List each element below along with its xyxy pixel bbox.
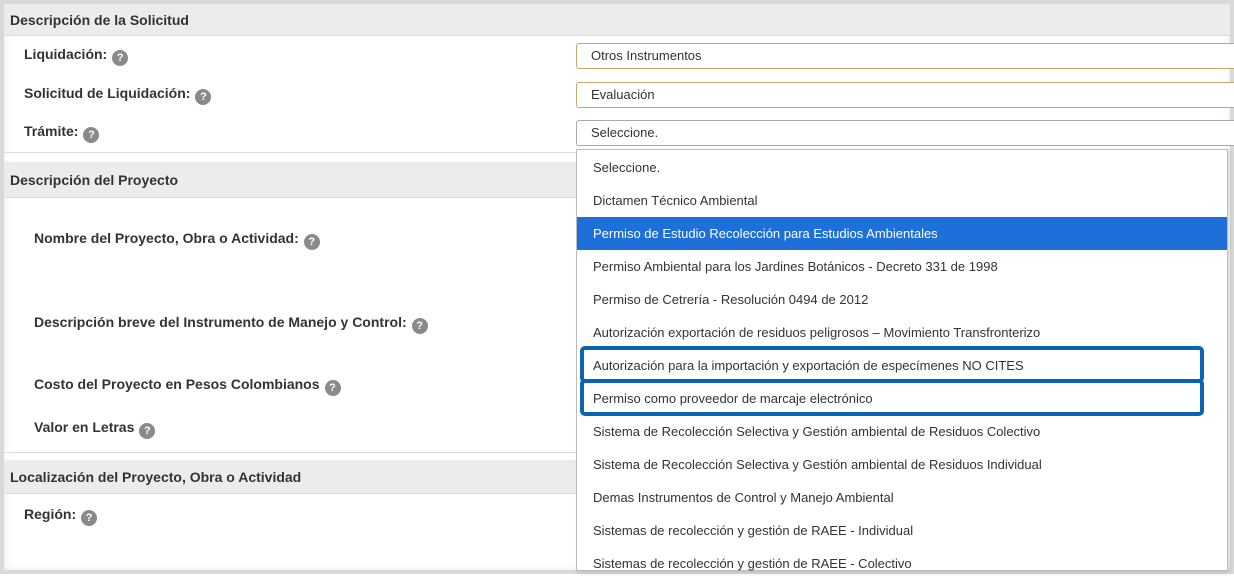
label-descripcion-breve: Descripción breve del Instrumento de Man… (34, 314, 428, 334)
divider (4, 152, 576, 153)
label-text: Nombre del Proyecto, Obra o Actividad: (34, 230, 299, 246)
section-header-solicitud: Descripción de la Solicitud (4, 4, 1230, 36)
tramite-select[interactable]: Seleccione. (576, 120, 1234, 146)
label-text: Costo del Proyecto en Pesos Colombianos (34, 376, 320, 392)
label-valor-letras: Valor en Letras? (34, 419, 156, 439)
label-text: Valor en Letras (34, 419, 135, 435)
label-region: Región:? (24, 506, 98, 526)
help-icon[interactable]: ? (411, 318, 428, 334)
dropdown-option[interactable]: Autorización exportación de residuos pel… (577, 316, 1227, 349)
help-icon[interactable]: ? (195, 89, 212, 105)
label-text: Trámite: (24, 123, 79, 139)
dropdown-option[interactable]: Seleccione. (577, 151, 1227, 184)
label-text: Liquidación: (24, 46, 108, 62)
label-liquidacion: Liquidación:? (24, 46, 129, 66)
label-text: Descripción breve del Instrumento de Man… (34, 314, 407, 330)
form-page: Descripción de la Solicitud Liquidación:… (0, 0, 1234, 574)
dropdown-option[interactable]: Sistemas de recolección y gestión de RAE… (577, 547, 1227, 580)
help-icon[interactable]: ? (303, 234, 320, 250)
dropdown-option[interactable]: Permiso como proveedor de marcaje electr… (577, 382, 1227, 415)
dropdown-option[interactable]: Autorización para la importación y expor… (577, 349, 1227, 382)
solicitud-liquidacion-select[interactable]: Evaluación (576, 82, 1234, 108)
help-icon[interactable]: ? (139, 423, 156, 439)
dropdown-option[interactable]: Sistema de Recolección Selectiva y Gesti… (577, 415, 1227, 448)
label-solicitud-liquidacion: Solicitud de Liquidación:? (24, 85, 212, 105)
label-tramite: Trámite:? (24, 123, 100, 143)
section-header-proyecto: Descripción del Proyecto (4, 162, 576, 198)
help-icon[interactable]: ? (324, 380, 341, 396)
dropdown-option[interactable]: Permiso de Estudio Recolección para Estu… (577, 217, 1227, 250)
label-nombre-proyecto: Nombre del Proyecto, Obra o Actividad:? (34, 230, 320, 250)
divider (4, 452, 576, 453)
section-header-localizacion: Localización del Proyecto, Obra o Activi… (4, 460, 576, 494)
label-text: Solicitud de Liquidación: (24, 85, 191, 101)
dropdown-option[interactable]: Demas Instrumentos de Control y Manejo A… (577, 481, 1227, 514)
help-icon[interactable]: ? (112, 50, 129, 66)
label-text: Región: (24, 506, 77, 522)
dropdown-option[interactable]: Permiso de Cetrería - Resolución 0494 de… (577, 283, 1227, 316)
label-costo: Costo del Proyecto en Pesos Colombianos? (34, 376, 341, 396)
dropdown-option[interactable]: Sistemas de recolección y gestión de RAE… (577, 514, 1227, 547)
dropdown-option[interactable]: Permiso Ambiental para los Jardines Botá… (577, 250, 1227, 283)
liquidacion-select[interactable]: Otros Instrumentos (576, 43, 1234, 69)
tramite-dropdown-list[interactable]: Seleccione. Dictamen Técnico Ambiental Per… (576, 149, 1228, 571)
help-icon[interactable]: ? (83, 127, 100, 143)
help-icon[interactable]: ? (81, 510, 98, 526)
dropdown-option[interactable]: Sistema de Recolección Selectiva y Gesti… (577, 448, 1227, 481)
dropdown-option[interactable]: Dictamen Técnico Ambiental (577, 184, 1227, 217)
